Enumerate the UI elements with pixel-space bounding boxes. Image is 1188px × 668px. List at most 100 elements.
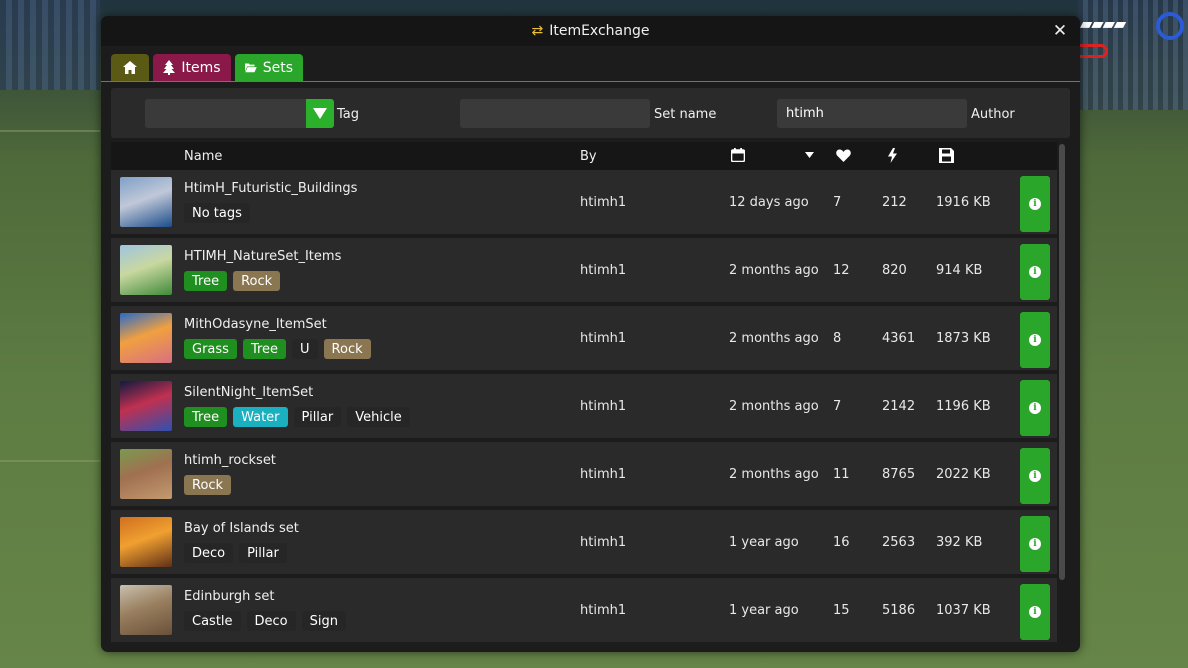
set-thumbnail: [120, 449, 172, 499]
background-track-line: [0, 130, 100, 132]
set-name: SilentNight_ItemSet: [184, 385, 314, 400]
info-button[interactable]: i: [1020, 448, 1050, 504]
set-tags: Castle Deco Sign: [184, 611, 346, 631]
set-name: MithOdasyne_ItemSet: [184, 317, 327, 332]
set-size: 392 KB: [936, 535, 983, 550]
set-name: htimh_rockset: [184, 453, 276, 468]
chevron-down-icon: [313, 108, 327, 119]
tag-label: Tag: [337, 107, 360, 122]
set-date: 1 year ago: [729, 603, 799, 618]
set-tags: No tags: [184, 203, 250, 223]
set-likes: 12: [833, 263, 850, 278]
tag-badge: Sign: [301, 611, 346, 631]
tag-badge: Tree: [184, 407, 228, 427]
calendar-icon[interactable]: [728, 145, 748, 165]
tab-bar: Items Sets: [111, 54, 303, 81]
set-thumbnail: [120, 313, 172, 363]
set-thumbnail: [120, 585, 172, 635]
table-row[interactable]: SilentNight_ItemSet Tree Water Pillar Vehicl…: [111, 374, 1057, 438]
set-author: htimh1: [580, 399, 627, 414]
set-tags: Tree Water Pillar Vehicle: [184, 407, 410, 427]
set-name: Bay of Islands set: [184, 521, 299, 536]
set-size: 2022 KB: [936, 467, 991, 482]
table-header: Name By: [111, 142, 1057, 170]
floppy-disk-icon[interactable]: [936, 145, 956, 165]
info-icon: i: [1029, 402, 1041, 414]
set-date: 2 months ago: [729, 399, 819, 414]
filter-bar: Tag Set name Author: [111, 88, 1070, 138]
item-exchange-window: ⇄ ItemExchange ✕ Items Sets Tag Set name…: [101, 16, 1080, 652]
title-bar: ⇄ ItemExchange ✕: [101, 16, 1080, 46]
set-downloads: 820: [882, 263, 907, 278]
home-icon: [123, 61, 137, 74]
tag-badge: No tags: [184, 203, 250, 223]
tag-input[interactable]: [145, 99, 307, 128]
tab-home[interactable]: [111, 54, 149, 81]
tag-badge: Water: [233, 407, 288, 427]
set-size: 1196 KB: [936, 399, 991, 414]
close-icon: ✕: [1052, 21, 1068, 41]
set-thumbnail: [120, 517, 172, 567]
bolt-icon[interactable]: [882, 145, 902, 165]
tag-badge: Pillar: [293, 407, 342, 427]
set-name: Edinburgh set: [184, 589, 275, 604]
set-downloads: 2563: [882, 535, 916, 550]
author-label: Author: [971, 107, 1015, 122]
set-tags: Rock: [184, 475, 232, 495]
set-tags: Deco Pillar: [184, 543, 287, 563]
info-button[interactable]: i: [1020, 516, 1050, 572]
info-button[interactable]: i: [1020, 176, 1050, 232]
tag-badge: Grass: [184, 339, 237, 359]
set-size: 914 KB: [936, 263, 983, 278]
tag-dropdown-button[interactable]: [306, 99, 334, 128]
info-button[interactable]: i: [1020, 380, 1050, 436]
author-input[interactable]: [777, 99, 967, 128]
set-name-label: Set name: [654, 107, 717, 122]
folder-open-icon: [245, 63, 257, 73]
set-size: 1873 KB: [936, 331, 991, 346]
tab-sets[interactable]: Sets: [235, 54, 303, 81]
set-date: 2 months ago: [729, 263, 819, 278]
info-icon: i: [1029, 266, 1041, 278]
table-row[interactable]: MithOdasyne_ItemSet Grass Tree U Rock htimh1 2…: [111, 306, 1057, 370]
set-name: HtimH_Futuristic_Buildings: [184, 181, 358, 196]
tag-badge: Rock: [233, 271, 281, 291]
table-row[interactable]: Bay of Islands set Deco Pillar htimh1 1 year…: [111, 510, 1057, 574]
info-icon: i: [1029, 606, 1041, 618]
table-row[interactable]: Edinburgh set Castle Deco Sign htimh1 1 year …: [111, 578, 1057, 642]
close-button[interactable]: ✕: [1050, 21, 1070, 41]
set-likes: 8: [833, 331, 842, 346]
table-row[interactable]: htimh_rockset Rock htimh1 2 months ago 11 876…: [111, 442, 1057, 506]
set-date: 1 year ago: [729, 535, 799, 550]
sort-down-icon[interactable]: [799, 145, 819, 165]
set-author: htimh1: [580, 331, 627, 346]
table-row[interactable]: HTIMH_NatureSet_Items Tree Rock htimh1 2 mon…: [111, 238, 1057, 302]
info-button[interactable]: i: [1020, 584, 1050, 640]
column-name[interactable]: Name: [184, 149, 222, 164]
set-name-input[interactable]: [460, 99, 650, 128]
info-icon: i: [1029, 470, 1041, 482]
set-size: 1037 KB: [936, 603, 991, 618]
heart-icon[interactable]: [833, 145, 853, 165]
set-date: 2 months ago: [729, 467, 819, 482]
set-likes: 7: [833, 399, 842, 414]
set-author: htimh1: [580, 535, 627, 550]
swap-icon: ⇄: [531, 23, 544, 39]
scrollbar-thumb[interactable]: [1059, 144, 1065, 580]
set-name: HTIMH_NatureSet_Items: [184, 249, 342, 264]
set-date: 2 months ago: [729, 331, 819, 346]
tab-items[interactable]: Items: [153, 54, 231, 81]
set-thumbnail: [120, 177, 172, 227]
info-button[interactable]: i: [1020, 244, 1050, 300]
tag-badge: Tree: [242, 339, 287, 359]
set-thumbnail: [120, 245, 172, 295]
table-row[interactable]: HtimH_Futuristic_Buildings No tags htimh1 1…: [111, 170, 1057, 234]
set-downloads: 5186: [882, 603, 916, 618]
tree-icon: [163, 60, 176, 75]
tag-badge: Pillar: [239, 543, 287, 563]
set-author: htimh1: [580, 467, 627, 482]
info-button[interactable]: i: [1020, 312, 1050, 368]
set-likes: 16: [833, 535, 850, 550]
column-by[interactable]: By: [580, 149, 597, 164]
info-icon: i: [1029, 538, 1041, 550]
